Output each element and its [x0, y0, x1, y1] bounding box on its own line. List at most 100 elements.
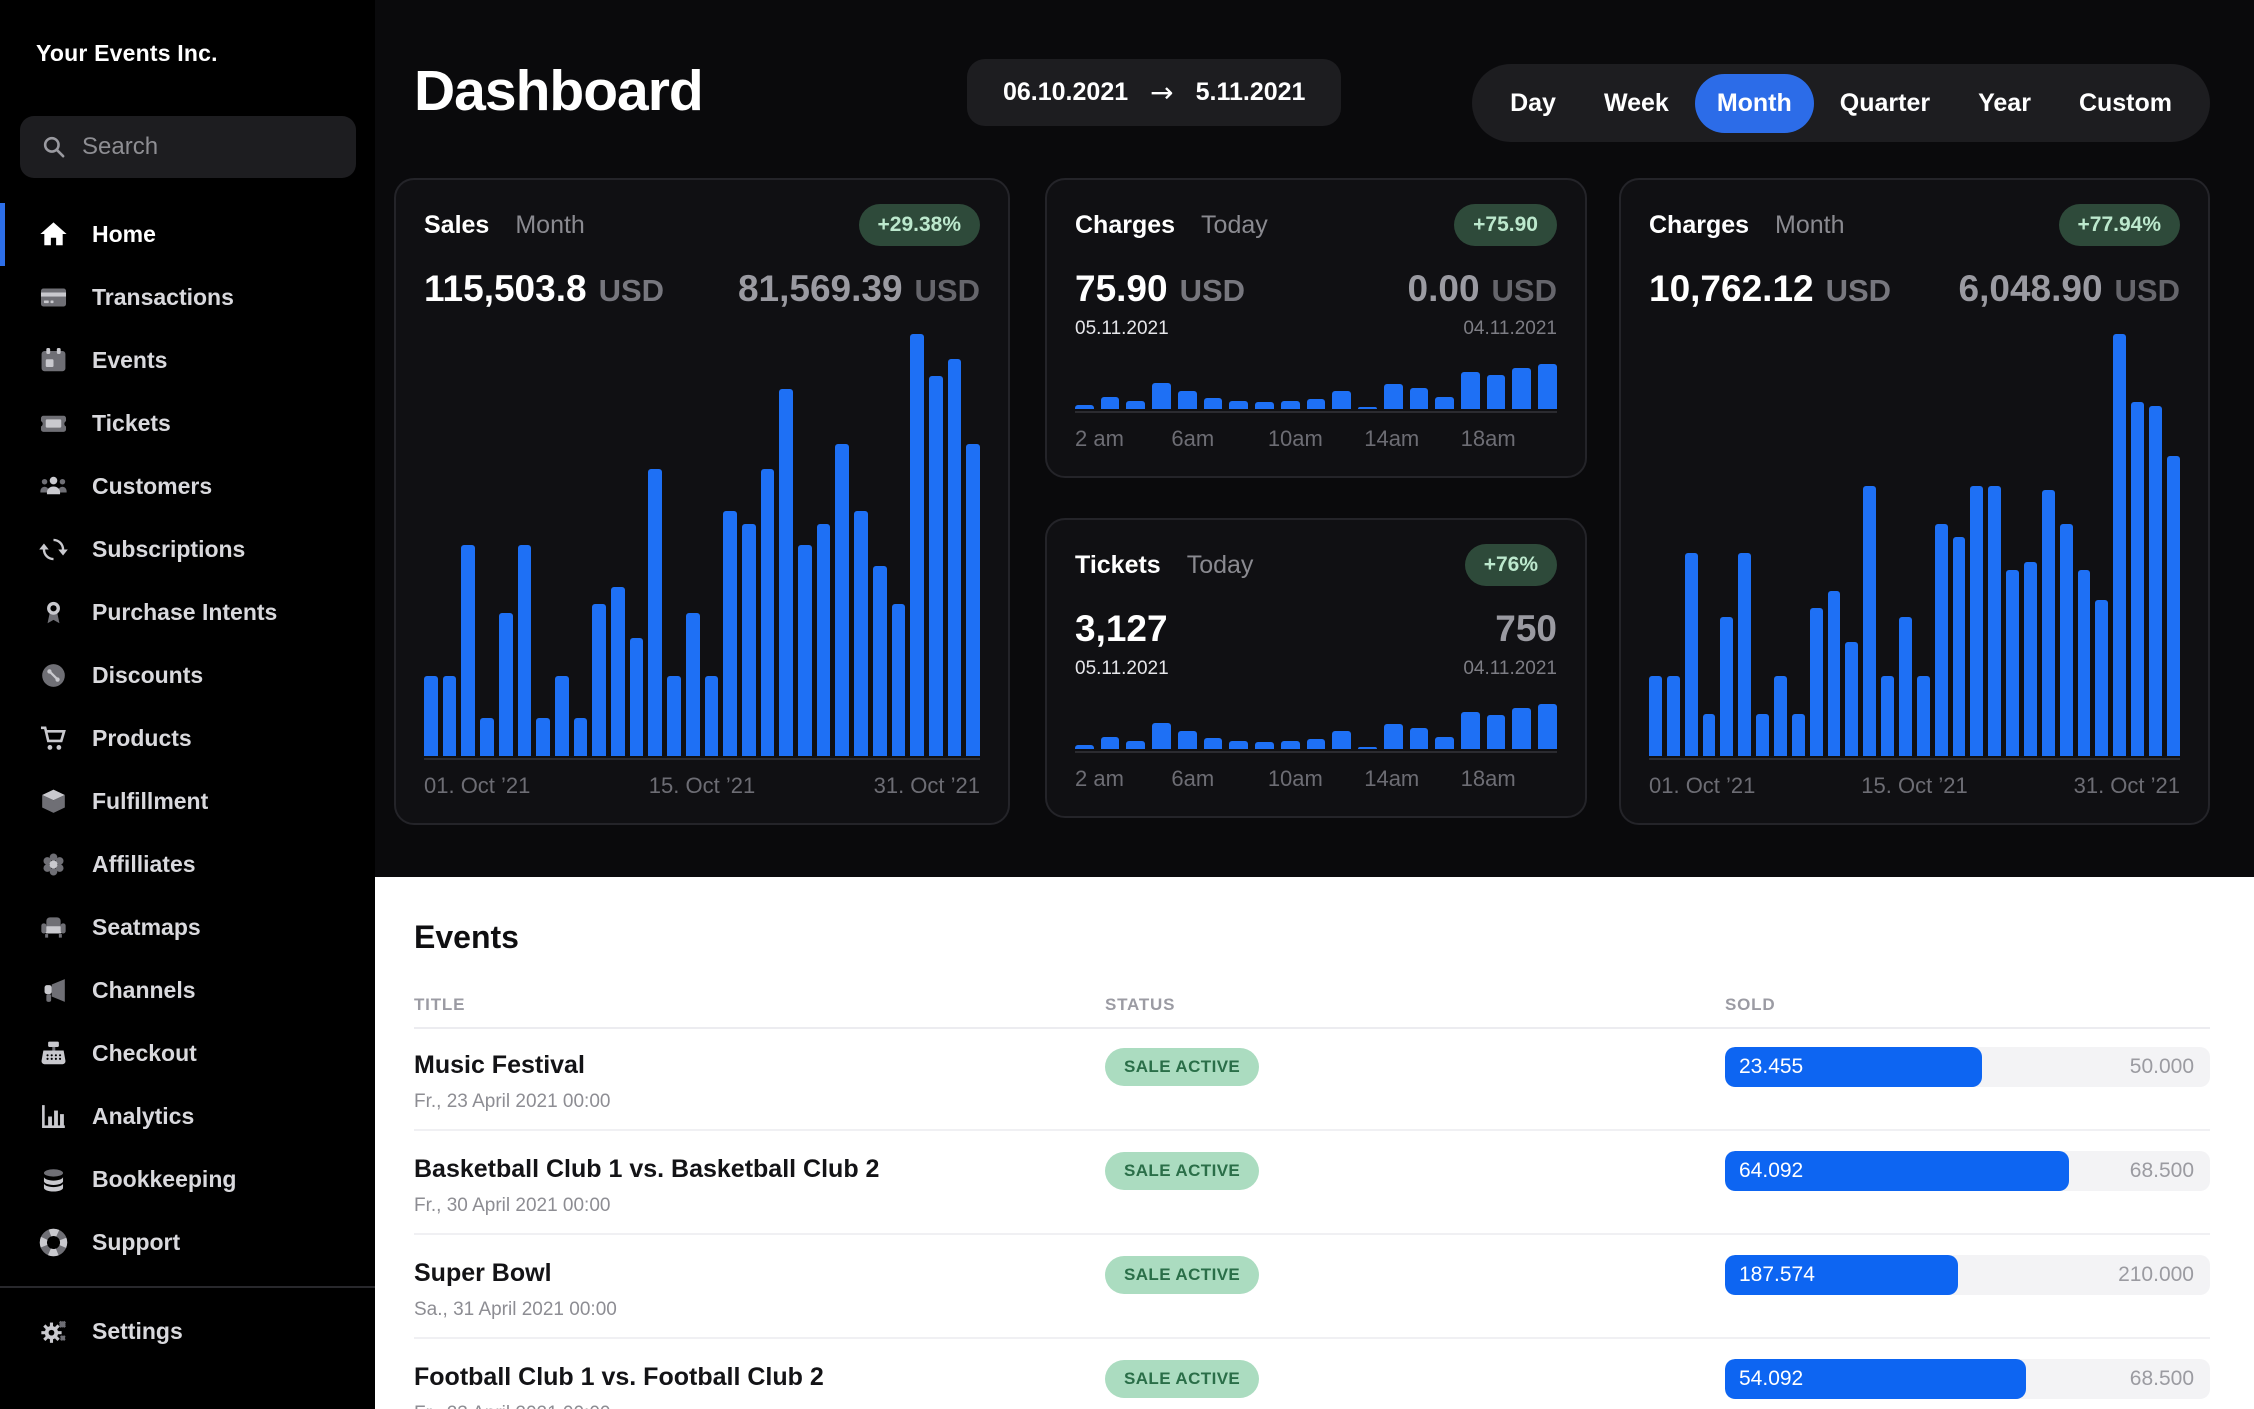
chart-bar [686, 613, 700, 756]
sidebar-item-label: Events [92, 347, 167, 374]
chart-bar [948, 359, 962, 756]
event-title: Basketball Club 1 vs. Basketball Club 2 [414, 1155, 879, 1184]
sidebar-item-label: Tickets [92, 410, 171, 437]
event-row[interactable]: Football Club 1 vs. Football Club 2Fr., … [414, 1339, 2210, 1409]
chart-bar [667, 676, 681, 756]
sidebar-item-fulfillment[interactable]: Fulfillment [0, 770, 375, 833]
sidebar-item-label: Purchase Intents [92, 599, 277, 626]
x-tick-label: 10am [1268, 426, 1364, 452]
change-badge: +77.94% [2059, 204, 2181, 246]
sold-progress-fill: 64.092 [1725, 1151, 2069, 1191]
chart-bar [1307, 399, 1326, 409]
x-tick-label: 14am [1364, 426, 1460, 452]
brand-name: Your Events Inc. [36, 40, 218, 67]
event-row[interactable]: Music FestivalFr., 23 April 2021 00:00SA… [414, 1027, 2210, 1131]
card-values: 3,127 750 [1075, 608, 1557, 650]
chart-bar [1538, 704, 1557, 749]
chart-bar [1101, 397, 1120, 409]
date-range-picker[interactable]: 06.10.2021 → 5.11.2021 [967, 59, 1341, 126]
sidebar-item-purchase-intents[interactable]: Purchase Intents [0, 581, 375, 644]
sidebar-item-label: Channels [92, 977, 196, 1004]
x-tick-label: 18am [1461, 766, 1557, 792]
sidebar-item-events[interactable]: Events [0, 329, 375, 392]
sidebar-item-seatmaps[interactable]: Seatmaps [0, 896, 375, 959]
sidebar-item-tickets[interactable]: Tickets [0, 392, 375, 455]
sidebar-item-home[interactable]: Home [0, 203, 375, 266]
sidebar-item-affilliates[interactable]: Affilliates [0, 833, 375, 896]
search-box[interactable] [20, 116, 356, 178]
x-axis-labels: 2 am6am10am14am18am [1075, 426, 1557, 452]
sidebar-item-customers[interactable]: Customers [0, 455, 375, 518]
chart-bar [518, 545, 532, 756]
sidebar-item-label: Transactions [92, 284, 234, 311]
search-input[interactable] [82, 133, 336, 161]
primary-unit: USD [1826, 273, 1891, 309]
chart-bar [2078, 570, 2091, 756]
sold-progress-bar: 187.574210.000 [1725, 1255, 2210, 1295]
card-period: Month [1775, 211, 1844, 240]
sidebar-item-subscriptions[interactable]: Subscriptions [0, 518, 375, 581]
status-badge: SALE ACTIVE [1105, 1360, 1259, 1398]
primary-unit: USD [1180, 273, 1245, 309]
date-to: 5.11.2021 [1196, 78, 1306, 107]
chart-bar [499, 613, 513, 756]
sidebar-item-support[interactable]: Support [0, 1211, 375, 1274]
x-tick-label: 6am [1171, 766, 1267, 792]
chart-bar [742, 524, 756, 756]
sidebar-item-label: Support [92, 1229, 180, 1256]
sidebar: Your Events Inc. Home Transactions Events T… [0, 0, 375, 1409]
secondary-unit: USD [1492, 273, 1557, 309]
chart-bar [1461, 372, 1480, 409]
chart-bar [1538, 364, 1557, 409]
search-icon [40, 133, 68, 161]
tab-day[interactable]: Day [1488, 74, 1578, 133]
sidebar-item-label: Bookkeeping [92, 1166, 236, 1193]
chart-bar [1204, 738, 1223, 749]
sidebar-nav: Home Transactions Events Tickets Customers Su… [0, 203, 375, 1363]
chart-bar [1970, 486, 1983, 756]
tab-week[interactable]: Week [1582, 74, 1691, 133]
chart-bar [929, 376, 943, 756]
sales-bar-chart [424, 334, 980, 760]
chart-bar [1152, 383, 1171, 409]
arrow-right-icon: → [1150, 76, 1173, 109]
chart-bar [443, 676, 457, 756]
chart-bar [2095, 600, 2108, 756]
chart-bar [630, 638, 644, 756]
sidebar-item-label: Subscriptions [92, 536, 245, 563]
event-row[interactable]: Super BowlSa., 31 April 2021 00:00SALE A… [414, 1235, 2210, 1339]
secondary-value: 0.00 [1408, 268, 1480, 310]
chart-bar [817, 524, 831, 756]
chart-bar [2113, 334, 2126, 756]
chart-bar [779, 389, 793, 756]
channels-icon [36, 974, 70, 1008]
purchase-intents-icon [36, 596, 70, 630]
sidebar-item-transactions[interactable]: Transactions [0, 266, 375, 329]
tab-month[interactable]: Month [1695, 74, 1814, 133]
tab-custom[interactable]: Custom [2057, 74, 2194, 133]
tab-year[interactable]: Year [1956, 74, 2053, 133]
sidebar-item-discounts[interactable]: Discounts [0, 644, 375, 707]
chart-bar [555, 676, 569, 756]
chart-bar [1828, 591, 1841, 756]
secondary-value: 750 [1495, 608, 1557, 650]
chart-bar [1461, 712, 1480, 749]
chart-bar [1255, 402, 1274, 409]
sidebar-item-products[interactable]: Products [0, 707, 375, 770]
sidebar-item-bookkeeping[interactable]: Bookkeeping [0, 1148, 375, 1211]
chart-bar [2024, 562, 2037, 756]
sidebar-item-analytics[interactable]: Analytics [0, 1085, 375, 1148]
column-header-sold: SOLD [1725, 995, 1775, 1015]
sidebar-item-settings[interactable]: Settings [0, 1300, 375, 1363]
sidebar-item-channels[interactable]: Channels [0, 959, 375, 1022]
subscriptions-icon [36, 533, 70, 567]
change-badge: +29.38% [859, 204, 981, 246]
sidebar-item-checkout[interactable]: Checkout [0, 1022, 375, 1085]
chart-bar [723, 511, 737, 756]
event-row[interactable]: Basketball Club 1 vs. Basketball Club 2F… [414, 1131, 2210, 1235]
tab-quarter[interactable]: Quarter [1818, 74, 1952, 133]
sidebar-item-label: Fulfillment [92, 788, 208, 815]
affilliates-icon [36, 848, 70, 882]
chart-bar [1178, 731, 1197, 749]
settings-icon [36, 1315, 70, 1349]
